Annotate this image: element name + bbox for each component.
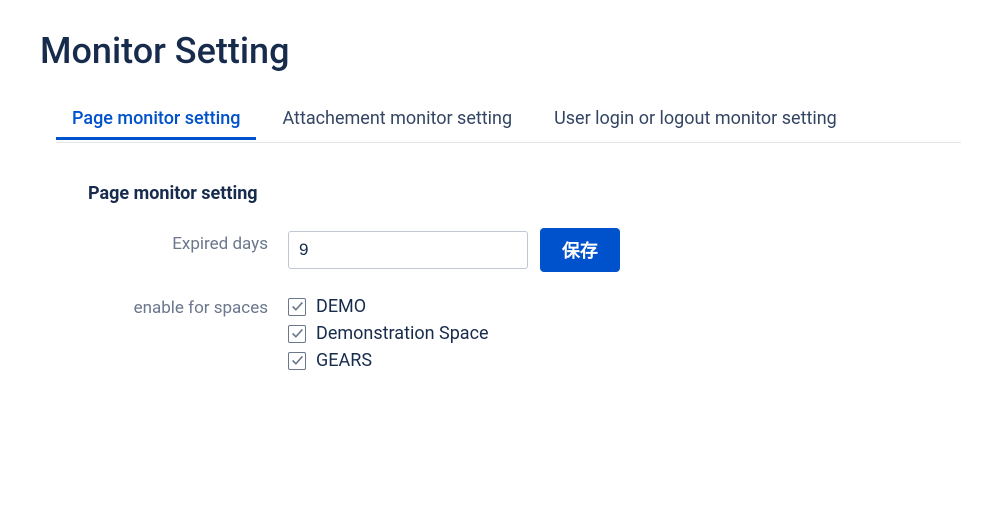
space-label: DEMO xyxy=(316,296,366,317)
checkbox-icon[interactable] xyxy=(288,352,306,370)
space-item-demonstration[interactable]: Demonstration Space xyxy=(288,323,489,344)
expired-days-row: Expired days 保存 xyxy=(88,228,961,272)
tab-user-login-monitor[interactable]: User login or logout monitor setting xyxy=(538,100,853,142)
checkbox-icon[interactable] xyxy=(288,298,306,316)
enable-spaces-label: enable for spaces xyxy=(88,296,288,318)
tabs: Page monitor setting Attachement monitor… xyxy=(56,100,961,143)
space-item-gears[interactable]: GEARS xyxy=(288,350,489,371)
checkbox-icon[interactable] xyxy=(288,325,306,343)
section-heading: Page monitor setting xyxy=(88,183,961,204)
space-item-demo[interactable]: DEMO xyxy=(288,296,489,317)
tab-page-monitor[interactable]: Page monitor setting xyxy=(56,100,256,142)
page-title: Monitor Setting xyxy=(40,30,961,72)
spaces-checkbox-list: DEMO Demonstration Space GEARS xyxy=(288,296,489,371)
space-label: Demonstration Space xyxy=(316,323,489,344)
checkmark-icon xyxy=(291,354,304,367)
expired-days-label: Expired days xyxy=(88,228,288,254)
enable-spaces-row: enable for spaces DEMO Demonstration Spa… xyxy=(88,296,961,371)
space-label: GEARS xyxy=(316,350,372,371)
checkmark-icon xyxy=(291,327,304,340)
page-monitor-section: Page monitor setting Expired days 保存 ena… xyxy=(40,183,961,371)
expired-days-input[interactable] xyxy=(288,231,528,269)
save-button[interactable]: 保存 xyxy=(540,228,620,272)
tab-attachment-monitor[interactable]: Attachement monitor setting xyxy=(266,100,528,142)
checkmark-icon xyxy=(291,300,304,313)
expired-days-controls: 保存 xyxy=(288,228,620,272)
